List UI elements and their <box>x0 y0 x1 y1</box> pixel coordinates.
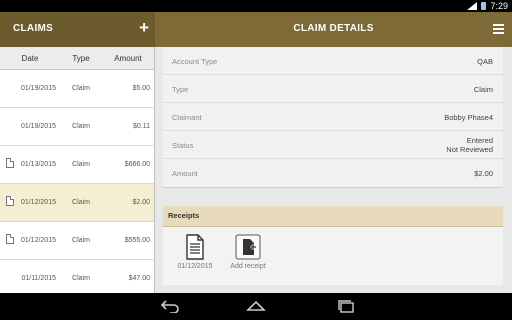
receipt-thumbnail[interactable]: 01/12/2015 <box>173 234 217 270</box>
claims-table-header: Date Type Amount <box>0 47 154 70</box>
claims-title: CLAIMS <box>13 23 54 34</box>
status-value: Entered Not Reviewed <box>446 136 493 154</box>
table-row[interactable]: 01/19/2015 Claim $0.11 <box>0 108 154 146</box>
claim-amount: $2.00 <box>132 199 150 206</box>
claim-amount: $666.00 <box>124 161 150 168</box>
detail-value: Claim <box>473 85 493 94</box>
home-icon[interactable] <box>246 299 266 313</box>
battery-icon <box>481 2 487 10</box>
detail-label: Claimant <box>172 113 202 122</box>
detail-row-amount: Amount $2.00 <box>163 159 503 186</box>
table-row[interactable]: 01/19/2015 Claim $5.00 <box>0 70 154 108</box>
document-icon <box>186 234 204 260</box>
status-line-2: Not Reviewed <box>446 145 493 154</box>
back-icon[interactable] <box>160 299 180 313</box>
table-row[interactable]: 01/11/2015 Claim $47.00 <box>0 260 154 293</box>
claim-type: Claim <box>72 123 90 130</box>
add-receipt-button[interactable]: Add receipt <box>225 234 271 270</box>
claims-header: CLAIMS + <box>0 12 155 47</box>
detail-value: $2.00 <box>474 169 493 178</box>
claim-date: 01/19/2015 <box>20 85 56 92</box>
add-document-icon <box>235 234 261 260</box>
claim-amount: $47.00 <box>128 275 150 282</box>
system-nav-bar <box>0 293 512 320</box>
table-row-selected[interactable]: 01/12/2015 Claim $2.00 <box>0 184 154 222</box>
details-card: Account Type QAB Type Claim Claimant Bob… <box>163 47 503 188</box>
status-icons: 7:29 <box>467 0 508 12</box>
detail-row-type: Type Claim <box>163 75 503 103</box>
detail-label: Account Type <box>172 57 218 66</box>
detail-row-status: Status Entered Not Reviewed <box>163 131 503 159</box>
claim-type: Claim <box>72 275 90 282</box>
claim-date: 01/11/2015 <box>21 275 56 282</box>
plus-icon[interactable]: + <box>139 18 149 38</box>
receipts-header: Receipts <box>163 206 503 227</box>
claim-amount: $0.11 <box>133 123 150 130</box>
claim-amount: $555.00 <box>124 237 150 244</box>
claim-type: Claim <box>72 161 90 168</box>
column-header-type[interactable]: Type <box>60 54 102 63</box>
page-title: CLAIM DETAILS <box>293 23 374 34</box>
claim-amount: $5.00 <box>132 85 150 92</box>
receipts-body: 01/12/2015 Add receipt <box>163 227 503 285</box>
claim-type: Claim <box>72 85 90 92</box>
receipt-document-icon <box>6 196 14 206</box>
signal-icon <box>467 2 478 10</box>
receipt-date: 01/12/2015 <box>177 263 213 270</box>
detail-row-claimant: Claimant Bobby Phase4 <box>163 103 503 131</box>
detail-label: Status <box>172 141 194 150</box>
add-receipt-label: Add receipt <box>230 263 266 270</box>
hamburger-menu-icon[interactable] <box>493 24 504 34</box>
column-header-date[interactable]: Date <box>0 54 60 63</box>
detail-label: Amount <box>172 169 198 178</box>
claim-date: 01/19/2015 <box>20 123 56 130</box>
receipt-document-icon <box>6 158 14 168</box>
table-row[interactable]: 01/13/2015 Claim $666.00 <box>0 146 154 184</box>
detail-value: Bobby Phase4 <box>444 113 493 122</box>
claims-list-pane: Date Type Amount 01/19/2015 Claim $5.00 … <box>0 47 154 293</box>
column-header-amount[interactable]: Amount <box>102 54 154 63</box>
claim-type: Claim <box>72 237 90 244</box>
detail-label: Type <box>172 85 189 94</box>
app-bar: CLAIMS + CLAIM DETAILS <box>0 12 512 47</box>
table-row[interactable]: 01/12/2015 Claim $555.00 <box>0 222 154 260</box>
claim-details-pane: Account Type QAB Type Claim Claimant Bob… <box>155 47 512 293</box>
detail-value: QAB <box>477 57 493 66</box>
claim-type: Claim <box>72 199 90 206</box>
clock: 7:29 <box>490 1 508 11</box>
receipt-document-icon <box>6 234 14 244</box>
status-bar: 7:29 <box>0 0 512 12</box>
recent-apps-icon[interactable] <box>336 299 356 313</box>
receipts-section: Receipts 01/12/2015 Add receipt <box>163 206 503 285</box>
detail-row-account-type: Account Type QAB <box>163 47 503 75</box>
selection-pointer <box>155 194 161 206</box>
status-line-1: Entered <box>466 136 493 145</box>
